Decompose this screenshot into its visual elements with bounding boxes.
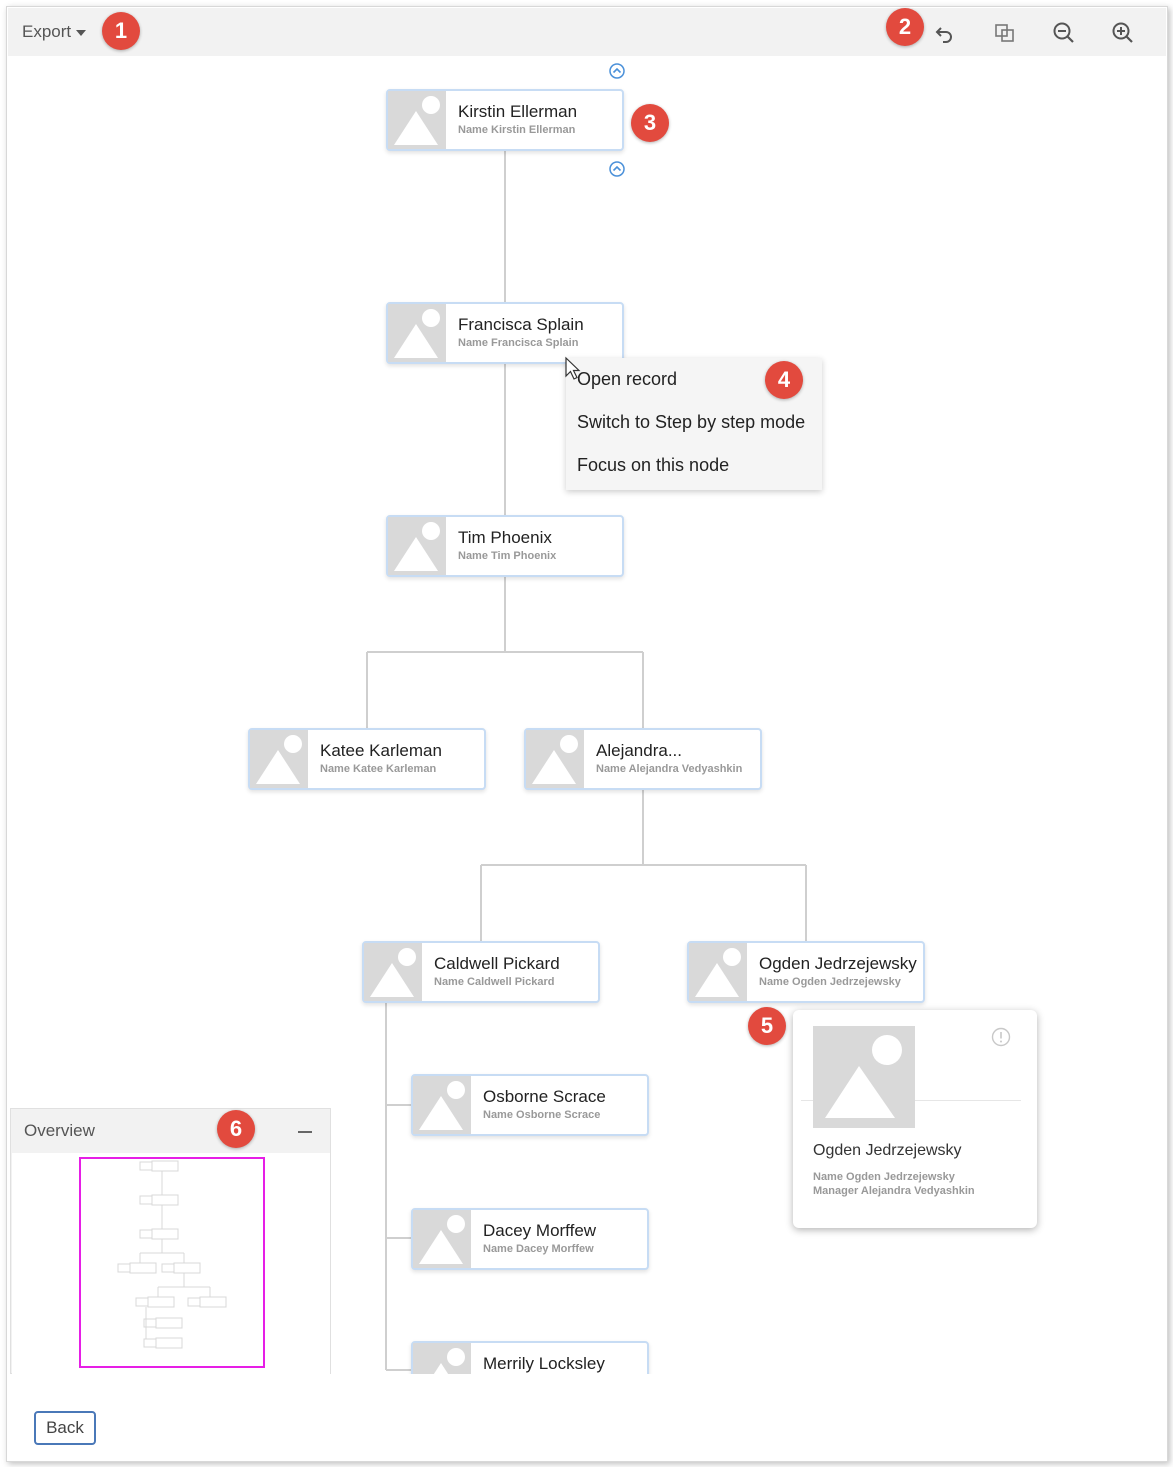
avatar-placeholder-icon xyxy=(388,517,446,575)
avatar-placeholder-icon xyxy=(388,91,446,149)
menu-item-focus-node[interactable]: Focus on this node xyxy=(577,455,729,476)
clipped-node-container: Merrily Locksley xyxy=(405,1330,665,1374)
callout-badge-6: 6 xyxy=(217,1110,255,1148)
avatar-placeholder-icon xyxy=(388,304,446,362)
node-subtitle: Name Katee Karleman xyxy=(320,763,437,775)
node-osborne-scrace[interactable]: Osborne Scrace Name Osborne Scrace xyxy=(411,1074,649,1136)
node-title: Kirstin Ellerman xyxy=(458,102,578,121)
avatar-placeholder-icon xyxy=(413,1076,471,1134)
callout-badge-2: 2 xyxy=(886,8,924,46)
minimize-icon[interactable] xyxy=(298,1131,312,1133)
callout-badge-1: 1 xyxy=(102,12,140,50)
node-subtitle: Name Ogden Jedrzejewsky xyxy=(759,976,901,988)
callout-badge-4: 4 xyxy=(765,361,803,399)
node-subtitle: Name Kirstin Ellerman xyxy=(458,124,576,136)
overview-panel: Overview xyxy=(10,1108,331,1374)
menu-item-step-mode[interactable]: Switch to Step by step mode xyxy=(577,412,805,433)
card-name: Ogden Jedrzejewsky xyxy=(813,1142,962,1159)
card-name-field: Name Ogden Jedrzejewsky xyxy=(813,1171,955,1183)
node-subtitle: Name Alejandra Vedyashkin xyxy=(596,763,743,775)
node-caldwell-pickard[interactable]: Caldwell Pickard Name Caldwell Pickard xyxy=(362,941,600,1003)
callout-badge-5: 5 xyxy=(748,1007,786,1045)
node-title: Tim Phoenix xyxy=(458,528,552,547)
node-alejandra-vedyashkin[interactable]: Alejandra... Name Alejandra Vedyashkin xyxy=(524,728,762,790)
node-subtitle: Name Dacey Morffew xyxy=(483,1243,594,1255)
overview-minimap[interactable] xyxy=(12,1153,330,1374)
node-title: Caldwell Pickard xyxy=(434,954,560,973)
node-subtitle: Name Francisca Splain xyxy=(458,337,579,349)
card-manager-field: Manager Alejandra Vedyashkin xyxy=(813,1185,975,1197)
node-title: Ogden Jedrzejewsky xyxy=(759,954,917,973)
node-title: Dacey Morffew xyxy=(483,1221,597,1240)
back-button[interactable]: Back xyxy=(34,1411,96,1445)
mouse-pointer-icon xyxy=(565,356,581,380)
avatar-placeholder-icon xyxy=(413,1210,471,1268)
avatar-placeholder-icon xyxy=(689,943,747,1001)
avatar-placeholder-icon xyxy=(413,1343,471,1374)
node-subtitle: Name Caldwell Pickard xyxy=(434,976,555,988)
callout-badge-3: 3 xyxy=(631,104,669,142)
node-merrily-locksley[interactable]: Merrily Locksley xyxy=(411,1341,649,1374)
avatar-placeholder-icon xyxy=(364,943,422,1001)
node-title: Francisca Splain xyxy=(458,315,584,334)
menu-item-open-record[interactable]: Open record xyxy=(577,369,677,390)
node-subtitle: Name Osborne Scrace xyxy=(483,1109,601,1121)
node-title: Alejandra... xyxy=(596,741,682,760)
info-icon[interactable] xyxy=(991,1027,1011,1047)
node-title: Katee Karleman xyxy=(320,741,442,760)
avatar-placeholder-icon xyxy=(813,1026,915,1128)
node-detail-card: Ogden Jedrzejewsky Name Ogden Jedrzejews… xyxy=(793,1010,1037,1228)
avatar-placeholder-icon xyxy=(250,730,308,788)
node-kirstin-ellerman[interactable]: Kirstin Ellerman Name Kirstin Ellerman xyxy=(386,89,624,151)
avatar-placeholder-icon xyxy=(526,730,584,788)
node-katee-karleman[interactable]: Katee Karleman Name Katee Karleman xyxy=(248,728,486,790)
node-title: Merrily Locksley xyxy=(483,1354,605,1373)
collapse-children-icon[interactable] xyxy=(608,160,626,178)
collapse-up-icon[interactable] xyxy=(608,62,626,80)
overview-title: Overview xyxy=(24,1121,95,1140)
minimap-viewport[interactable] xyxy=(79,1157,265,1368)
node-subtitle: Name Tim Phoenix xyxy=(458,550,557,562)
node-tim-phoenix[interactable]: Tim Phoenix Name Tim Phoenix xyxy=(386,515,624,577)
node-francisca-splain[interactable]: Francisca Splain Name Francisca Splain xyxy=(386,302,624,364)
node-dacey-morffew[interactable]: Dacey Morffew Name Dacey Morffew xyxy=(411,1208,649,1270)
node-ogden-jedrzejewsky[interactable]: Ogden Jedrzejewsky Name Ogden Jedrzejews… xyxy=(687,941,925,1003)
node-title: Osborne Scrace xyxy=(483,1087,606,1106)
